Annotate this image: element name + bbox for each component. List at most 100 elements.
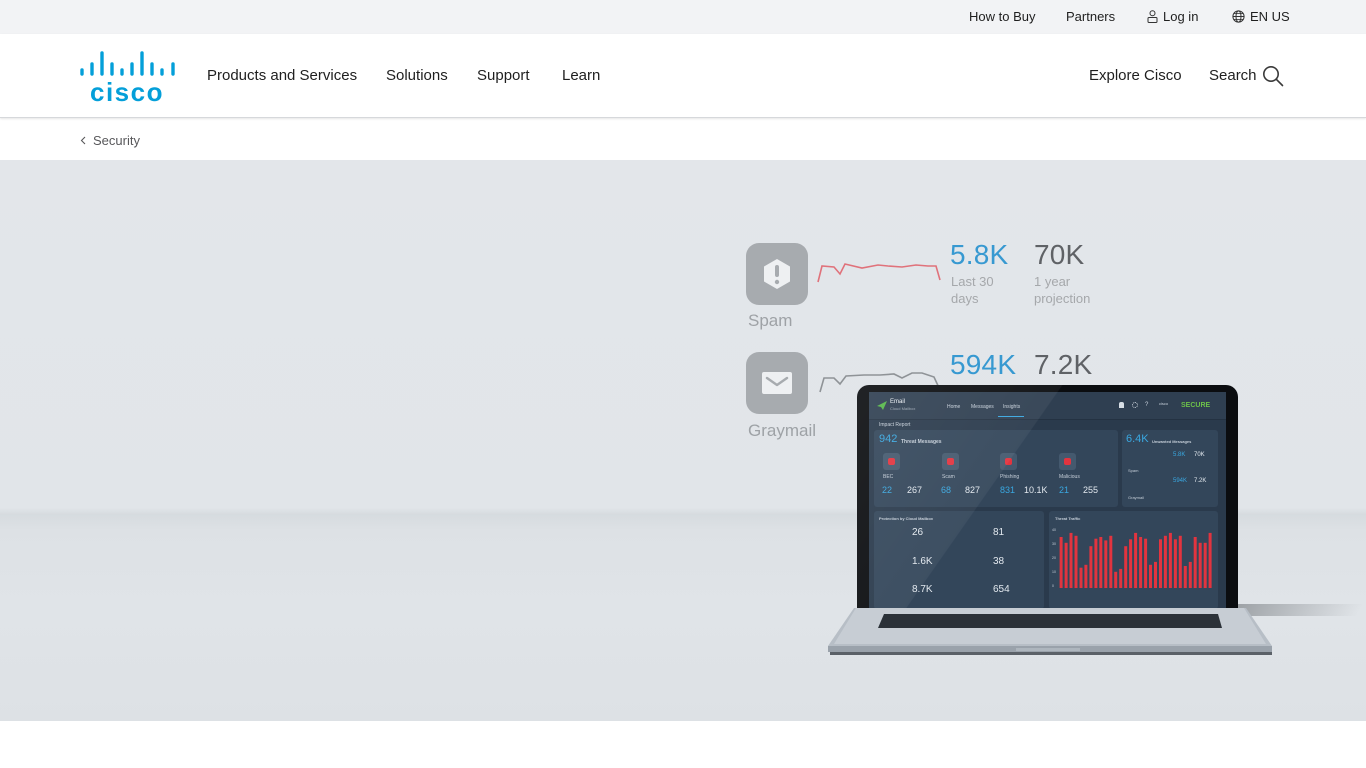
unwanted-spam-label: Spam bbox=[1128, 468, 1139, 473]
phishing-last-30: 831 bbox=[1000, 485, 1016, 495]
nav-products-and-services[interactable]: Products and Services bbox=[207, 67, 357, 84]
traffic-bar bbox=[1149, 564, 1152, 588]
traffic-bar bbox=[1104, 540, 1108, 588]
laptop-base bbox=[828, 608, 1272, 655]
graymail-icon-tile bbox=[746, 352, 808, 414]
breadcrumb-back-link[interactable]: Security bbox=[80, 133, 140, 148]
traffic-bar bbox=[1079, 567, 1083, 588]
bec-projection: 267 bbox=[907, 485, 923, 495]
graymail-projection-value: 7.2K bbox=[1034, 349, 1093, 380]
threat-total-label: Threat Messages bbox=[901, 439, 942, 445]
exclamation-hexagon-icon bbox=[764, 259, 790, 289]
traffic-bar bbox=[1114, 571, 1118, 588]
unwanted-total-label: Unwanted Messages bbox=[1152, 439, 1192, 444]
how-to-buy-link[interactable]: How to Buy bbox=[969, 9, 1035, 24]
protection-value-5: 8.7K bbox=[912, 584, 933, 595]
bec-last-30: 22 bbox=[882, 485, 893, 495]
user-icon bbox=[1147, 10, 1158, 23]
graymail-label: Graymail bbox=[748, 421, 817, 440]
search-button[interactable]: Search bbox=[1209, 67, 1257, 84]
bell-icon[interactable] bbox=[1119, 402, 1124, 408]
dashboard-app-subtitle: Cloud Mailbox bbox=[890, 406, 916, 411]
partners-link[interactable]: Partners bbox=[1066, 9, 1115, 24]
malicious-label: Malicious bbox=[1059, 474, 1080, 480]
traffic-bar bbox=[1168, 532, 1172, 588]
traffic-bar bbox=[1163, 535, 1167, 588]
cisco-logo[interactable]: cisco bbox=[80, 51, 176, 107]
keyboard bbox=[878, 614, 1222, 628]
log-in-link[interactable]: Log in bbox=[1147, 9, 1198, 24]
traffic-bar bbox=[1178, 535, 1182, 588]
threat-traffic-chart bbox=[1059, 532, 1212, 588]
scam-icon bbox=[942, 453, 959, 470]
traffic-bar bbox=[1069, 532, 1073, 588]
breadcrumb-label: Security bbox=[93, 133, 140, 148]
traffic-bar bbox=[1208, 532, 1212, 588]
dashboard-tab-insights[interactable]: Insights bbox=[1003, 404, 1020, 410]
cisco-mini-logo: cisco bbox=[1159, 401, 1169, 406]
traffic-bar bbox=[1124, 546, 1128, 588]
main-navigation: cisco Products and Services Solutions Su… bbox=[0, 34, 1366, 118]
spam-icon-tile bbox=[746, 243, 808, 305]
traffic-y-tick: 40 bbox=[1052, 528, 1056, 532]
nav-solutions[interactable]: Solutions bbox=[386, 67, 448, 84]
malicious-icon bbox=[1059, 453, 1076, 470]
traffic-y-tick: 10 bbox=[1052, 570, 1056, 574]
dashboard-screen: Email Cloud Mailbox Home Messages Insigh… bbox=[869, 392, 1226, 609]
traffic-bar bbox=[1144, 538, 1148, 588]
traffic-bar bbox=[1139, 537, 1143, 588]
unwanted-spam-projection: 70K bbox=[1194, 452, 1205, 458]
protection-value-1: 26 bbox=[912, 527, 924, 538]
log-in-label: Log in bbox=[1163, 9, 1199, 24]
spam-last-30-value: 5.8K bbox=[950, 239, 1009, 270]
malicious-last-30: 21 bbox=[1059, 485, 1070, 495]
help-icon[interactable]: ? bbox=[1145, 402, 1148, 408]
bec-icon bbox=[883, 453, 900, 470]
unwanted-spam-last-30: 5.8K bbox=[1173, 452, 1186, 458]
gear-icon[interactable] bbox=[1132, 402, 1138, 408]
traffic-bar bbox=[1109, 535, 1113, 588]
protection-title: Protection by Cloud Mailbox bbox=[879, 516, 934, 521]
traffic-bar bbox=[1089, 546, 1093, 588]
protection-value-6: 654 bbox=[993, 584, 1010, 595]
language-selector[interactable]: EN US bbox=[1232, 9, 1290, 24]
protection-value-3: 1.6K bbox=[912, 556, 933, 567]
nav-learn[interactable]: Learn bbox=[562, 67, 600, 84]
nav-support[interactable]: Support bbox=[477, 67, 530, 84]
globe-icon bbox=[1232, 10, 1245, 23]
phishing-label: Phishing bbox=[1000, 474, 1020, 480]
traffic-bar bbox=[1198, 542, 1202, 588]
dashboard-tab-home[interactable]: Home bbox=[947, 404, 960, 410]
traffic-y-tick: 30 bbox=[1052, 542, 1056, 546]
traffic-bar bbox=[1159, 539, 1162, 588]
cisco-wordmark: cisco bbox=[90, 77, 164, 102]
secure-brand-label: SECURE bbox=[1181, 402, 1211, 409]
impact-report-title: Impact Report bbox=[879, 422, 911, 428]
explore-cisco-link[interactable]: Explore Cisco bbox=[1089, 67, 1182, 84]
traffic-bar bbox=[1154, 561, 1157, 588]
scam-label: Scam bbox=[942, 474, 955, 480]
malicious-projection: 255 bbox=[1083, 485, 1099, 495]
search-icon[interactable] bbox=[1262, 65, 1284, 87]
phishing-icon bbox=[1000, 453, 1017, 470]
partners-label: Partners bbox=[1066, 9, 1116, 24]
language-label: EN US bbox=[1250, 9, 1290, 24]
traffic-bar bbox=[1119, 568, 1123, 588]
traffic-bar bbox=[1193, 537, 1197, 588]
dashboard-tab-messages[interactable]: Messages bbox=[971, 404, 994, 410]
spam-projection-value: 70K bbox=[1034, 239, 1085, 270]
active-tab-indicator bbox=[998, 416, 1024, 417]
chevron-left-icon bbox=[80, 136, 86, 145]
how-to-buy-label: How to Buy bbox=[969, 9, 1036, 24]
dashboard-header: Email Cloud Mailbox Home Messages Insigh… bbox=[869, 392, 1226, 420]
scam-projection: 827 bbox=[965, 485, 981, 495]
spam-label: Spam bbox=[748, 311, 793, 330]
phishing-projection: 10.1K bbox=[1024, 485, 1048, 495]
traffic-bar bbox=[1099, 537, 1103, 588]
traffic-bar bbox=[1094, 538, 1098, 588]
spam-projection-caption: 1 year projection bbox=[1034, 274, 1091, 306]
paper-plane-icon bbox=[877, 401, 887, 410]
unwanted-total-value: 6.4K bbox=[1126, 433, 1149, 445]
envelope-icon bbox=[762, 372, 792, 394]
utility-bar: How to Buy Partners Log in EN US bbox=[0, 0, 1366, 34]
